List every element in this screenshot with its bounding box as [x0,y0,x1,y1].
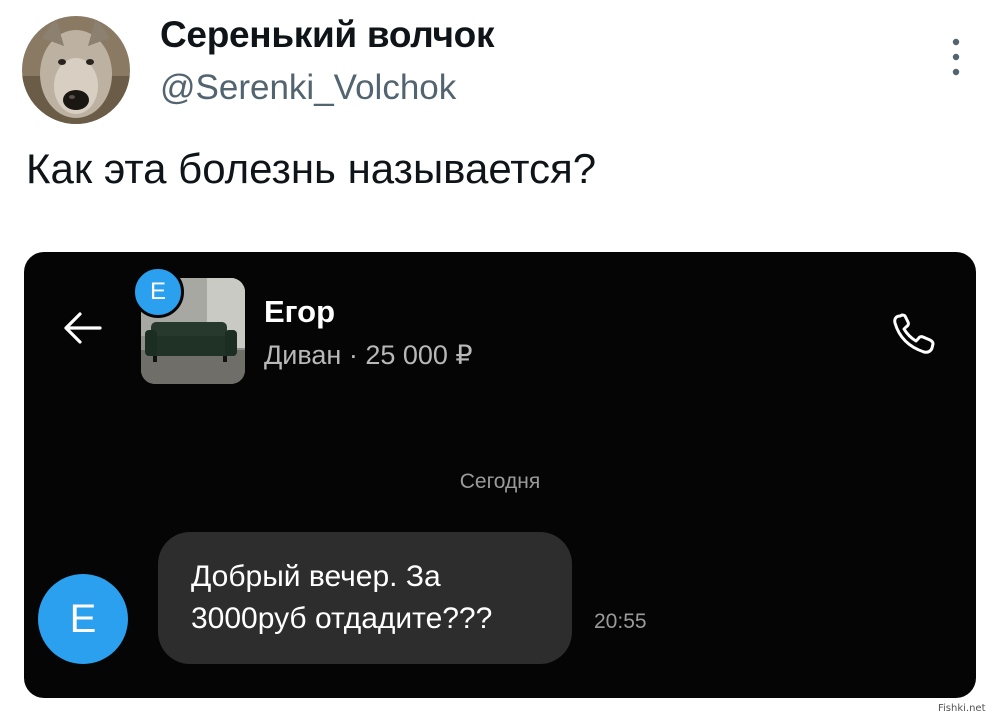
call-button[interactable] [886,308,942,360]
wolf-avatar-icon [22,16,130,124]
arrow-left-icon [64,312,102,344]
author-avatar[interactable] [22,16,130,124]
back-button[interactable] [60,310,104,346]
listing-title-price[interactable]: Диван · 25 000 ₽ [264,340,473,371]
phone-icon [893,313,935,354]
site-watermark: Fishki.net [938,703,986,714]
author-handle[interactable]: @Serenki_Volchok [160,68,456,108]
message-line: Добрый вечер. За [191,560,441,593]
attached-chat-screenshot[interactable]: Е Егор Диван · 25 000 ₽ Сегодня Е Добрый… [24,252,976,698]
tweet-text: Как эта болезнь называется? [26,145,597,192]
more-options-button[interactable] [940,34,972,80]
date-separator: Сегодня [459,470,541,493]
incoming-message-bubble[interactable]: Добрый вечер. За 3000руб отдадите??? [158,532,572,664]
message-timestamp: 20:55 [594,610,647,633]
contact-name[interactable]: Егор [264,294,335,330]
seller-avatar-badge: Е [132,266,184,318]
sender-avatar[interactable]: Е [38,574,128,664]
author-display-name[interactable]: Серенький волчок [160,14,494,56]
more-vertical-icon [952,38,960,76]
message-line: 3000руб отдадите??? [191,602,493,635]
